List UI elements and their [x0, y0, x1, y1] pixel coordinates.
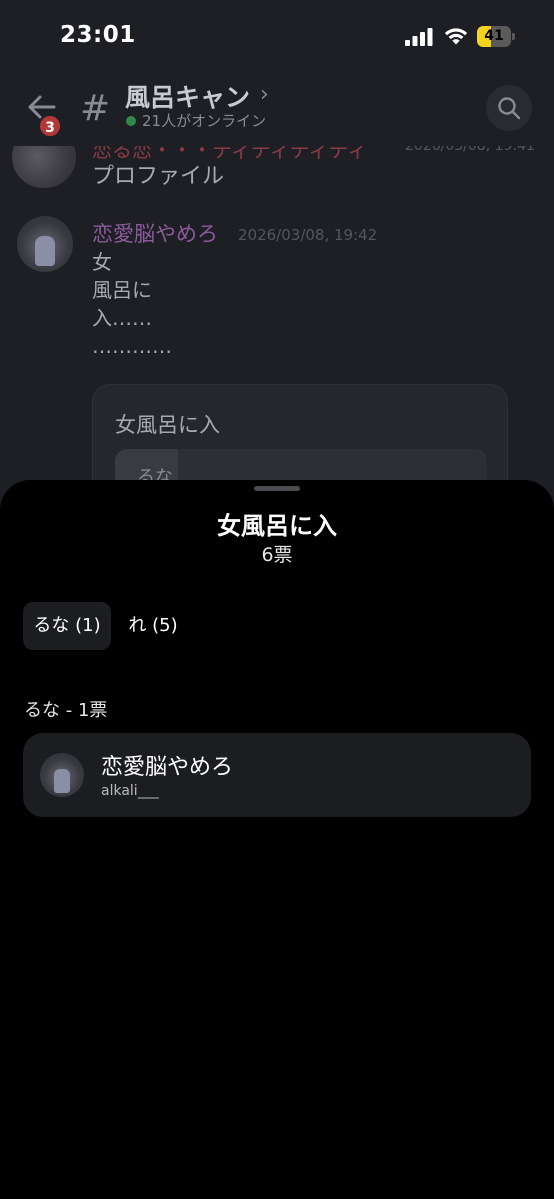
vote-total: 6票 [261, 544, 293, 566]
wifi-icon [444, 28, 468, 45]
message-author[interactable]: 恋愛脳やめろ [92, 218, 218, 248]
message-line: 風呂に [92, 278, 152, 302]
battery-indicator: 41 [477, 26, 515, 47]
message-line: ………… [92, 334, 172, 358]
search-button[interactable] [486, 85, 532, 131]
hash-icon: # [80, 88, 111, 129]
message-text: 女 風呂に 入…… ………… [92, 248, 172, 360]
avatar[interactable] [12, 146, 76, 188]
sheet-title: 女風呂に入 [217, 512, 337, 540]
cellular-signal-icon [405, 28, 433, 46]
section-label: るな - 1票 [24, 700, 108, 721]
status-time: 23:01 [60, 22, 136, 48]
online-count: 21人がオンライン [142, 112, 267, 130]
voter-list-item[interactable]: 恋愛脳やめろ alkali___ [23, 733, 531, 817]
sheet-grabber[interactable] [254, 486, 300, 491]
battery-level-text: 41 [484, 28, 504, 44]
voter-name: 恋愛脳やめろ [101, 755, 234, 780]
unread-badge: 3 [38, 114, 62, 138]
search-icon [498, 97, 521, 120]
chevron-right-icon[interactable]: › [260, 82, 269, 107]
message-text: プロファイル [92, 164, 225, 189]
tab-option-runa[interactable]: るな (1) [23, 602, 111, 650]
voter-handle: alkali___ [101, 783, 159, 799]
online-status-dot [126, 116, 136, 126]
poll-card[interactable]: 女風呂に入 るな [92, 384, 508, 486]
poll-question: 女風呂に入 [115, 413, 220, 437]
battery-icon: 41 [477, 26, 511, 47]
channel-title[interactable]: 風呂キャン [125, 78, 250, 114]
avatar[interactable] [17, 216, 73, 272]
message-timestamp: 2026/03/08, 19:41 [405, 146, 535, 154]
message-timestamp: 2026/03/08, 19:42 [238, 226, 378, 244]
app-screen: 23:01 41 3 # 風呂キャン › 21人がオンライン 恋る恋・・・ティテ… [0, 0, 554, 1199]
message-line: 女 [92, 250, 112, 274]
status-bar: 23:01 41 [0, 0, 554, 70]
channel-header: 3 # 風呂キャン › 21人がオンライン [0, 70, 554, 146]
tab-option-re[interactable]: れ (5) [118, 602, 188, 650]
message-list: 恋る恋・・・ティティティティ 2026/03/08, 19:41 プロファイル … [0, 146, 554, 486]
battery-tip [512, 33, 515, 40]
poll-results-sheet: 女風呂に入 6票 るな (1) れ (5) るな - 1票 恋愛脳やめろ alk… [0, 480, 554, 1199]
message-line: 入…… [92, 306, 152, 330]
avatar [40, 753, 84, 797]
